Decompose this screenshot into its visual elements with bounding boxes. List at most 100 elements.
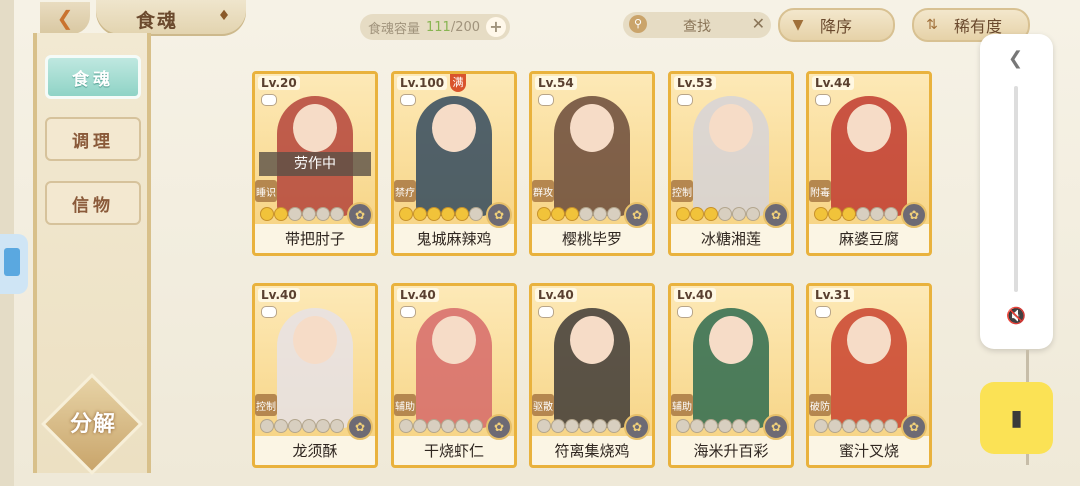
page-title-tab: 食魂 ♦ [96, 0, 246, 36]
card-name: 冰糖湘莲 [700, 230, 761, 248]
search-icon: ⚲ [629, 15, 647, 33]
food-soul-card[interactable]: Lv.44 附毒 ✿ 麻婆豆腐 [806, 71, 932, 256]
card-name: 龙须酥 [292, 442, 338, 460]
level-label: Lv.100 [397, 76, 448, 90]
card-name: 干烧虾仁 [423, 442, 484, 460]
star-rating [261, 208, 343, 222]
capacity-label: 食魂容量 [368, 21, 421, 37]
chat-bubble-icon [261, 306, 277, 318]
role-tag: 控制 [255, 394, 277, 416]
crown-icon[interactable]: ♦ [214, 8, 234, 24]
chat-bubble-icon [400, 306, 416, 318]
max-badge: 满 [450, 74, 466, 92]
chat-bubble-icon [677, 94, 693, 106]
rarity-icon: ✿ [624, 202, 650, 228]
level-label: Lv.40 [397, 288, 439, 302]
rarity-icon: ✿ [763, 202, 789, 228]
rarity-icon: ✿ [347, 414, 373, 440]
star-rating [261, 420, 343, 434]
chat-bubble-icon [815, 306, 831, 318]
role-tag: 附毒 [809, 180, 831, 202]
food-soul-card[interactable]: Lv.31 破防 ✿ 蜜汁叉烧 [806, 283, 932, 468]
back-button[interactable]: ❮ [40, 2, 90, 34]
star-rating [815, 420, 897, 434]
level-label: Lv.40 [535, 288, 577, 302]
star-rating [815, 208, 897, 222]
card-name: 麻婆豆腐 [838, 230, 899, 248]
float-control-panel: ❮ 🔇 [980, 34, 1053, 349]
back-arrow-icon: ❮ [56, 6, 74, 30]
role-tag: 禁疗 [394, 180, 416, 202]
rarity-icon: ✿ [624, 414, 650, 440]
vibrate-button[interactable]: ▮ [980, 382, 1053, 454]
search-field[interactable]: ⚲ 查找 ✕ [623, 12, 771, 38]
chevron-left-icon[interactable]: ❮ [1008, 48, 1023, 69]
add-capacity-button[interactable]: + [486, 17, 506, 37]
tab-token[interactable]: 信物 [45, 181, 141, 225]
sort-order-label: 降序 [820, 17, 853, 36]
role-tag: 辅助 [394, 394, 416, 416]
role-tag: 睡识 [255, 180, 277, 202]
role-tag: 辅助 [671, 394, 693, 416]
tab-conditioning[interactable]: 调理 [45, 117, 141, 161]
status-overlay: 劳作中 [259, 152, 371, 176]
star-rating [677, 420, 759, 434]
chat-bubble-icon [400, 94, 416, 106]
level-label: Lv.40 [674, 288, 716, 302]
chat-bubble-icon [538, 94, 554, 106]
food-soul-card[interactable]: Lv.40 辅助 ✿ 干烧虾仁 [391, 283, 517, 468]
capacity-current: 111 [426, 19, 451, 35]
card-name: 符离集烧鸡 [554, 442, 630, 460]
card-name: 海米升百彩 [693, 442, 769, 460]
chevron-down-icon: ▼ [792, 17, 804, 33]
level-label: Lv.44 [812, 76, 854, 90]
food-soul-card[interactable]: Lv.54 群攻 ✿ 樱桃毕罗 [529, 71, 655, 256]
tab-label: 食魂 [72, 69, 114, 90]
card-name: 带把肘子 [284, 230, 345, 248]
star-rating [538, 208, 620, 222]
food-soul-card[interactable]: Lv.100 满禁疗 ✿ 鬼城麻辣鸡 [391, 71, 517, 256]
page-title: 食魂 [136, 10, 179, 32]
role-tag: 群攻 [532, 180, 554, 202]
tab-food-soul[interactable]: 食魂 [45, 55, 141, 99]
food-soul-card[interactable]: Lv.40 辅助 ✿ 海米升百彩 [668, 283, 794, 468]
capacity-max: /200 [450, 19, 481, 35]
rarity-icon: ✿ [486, 202, 512, 228]
capacity-bar: 食魂容量 111 /200 + [360, 14, 510, 40]
clear-icon[interactable]: ✕ [752, 14, 765, 33]
app-icon [4, 248, 20, 276]
volume-slider[interactable] [1014, 86, 1018, 292]
card-name: 蜜汁叉烧 [838, 442, 899, 460]
chat-bubble-icon [261, 94, 277, 106]
level-label: Lv.31 [812, 288, 854, 302]
food-soul-card[interactable]: Lv.53 控制 ✿ 冰糖湘莲 [668, 71, 794, 256]
star-rating [400, 208, 482, 222]
level-label: Lv.40 [258, 288, 300, 302]
rarity-icon: ✿ [763, 414, 789, 440]
level-label: Lv.54 [535, 76, 577, 90]
level-label: Lv.53 [674, 76, 716, 90]
role-tag: 驱散 [532, 394, 554, 416]
rarity-icon: ✿ [486, 414, 512, 440]
chat-bubble-icon [538, 306, 554, 318]
rarity-icon: ✿ [901, 414, 927, 440]
edge-float-widget[interactable] [0, 234, 28, 294]
chat-bubble-icon [815, 94, 831, 106]
swap-icon: ⇅ [926, 17, 938, 33]
role-tag: 控制 [671, 180, 693, 202]
food-soul-card[interactable]: Lv.40 驱散 ✿ 符离集烧鸡 [529, 283, 655, 468]
food-soul-card[interactable]: Lv.20 劳作中睡识 ✿ 带把肘子 [252, 71, 378, 256]
rarity-icon: ✿ [901, 202, 927, 228]
star-rating [538, 420, 620, 434]
sort-order-button[interactable]: ▼ 降序 [778, 8, 895, 42]
level-label: Lv.20 [258, 76, 300, 90]
mute-icon[interactable]: 🔇 [1004, 306, 1028, 328]
rarity-icon: ✿ [347, 202, 373, 228]
food-soul-card[interactable]: Lv.40 控制 ✿ 龙须酥 [252, 283, 378, 468]
tab-label: 信物 [72, 195, 114, 216]
decompose-label: 分解 [69, 412, 116, 437]
chat-bubble-icon [677, 306, 693, 318]
search-placeholder: 查找 [683, 19, 711, 35]
star-rating [677, 208, 759, 222]
star-rating [400, 420, 482, 434]
